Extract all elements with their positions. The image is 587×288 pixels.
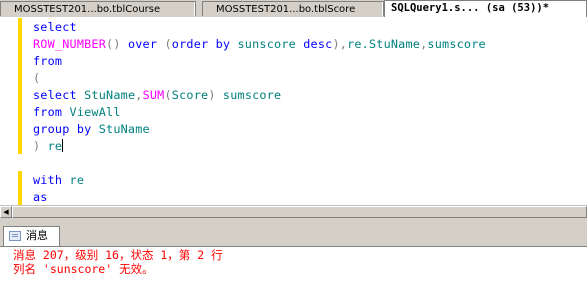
document-tab-strip: MOSSTEST201...bo.tblCourse MOSSTEST201..…	[0, 0, 587, 18]
tab-tblcourse[interactable]: MOSSTEST201...bo.tblCourse	[0, 1, 196, 16]
code-line[interactable]: from ViewAll	[33, 104, 121, 121]
messages-output[interactable]: 消息 207，级别 16，状态 1，第 2 行 列名 'sunscore' 无效…	[0, 247, 587, 288]
scroll-thumb[interactable]	[12, 206, 587, 218]
code-token: select	[33, 88, 77, 102]
code-line[interactable]: select	[33, 19, 77, 36]
code-line[interactable]: with re	[33, 172, 84, 189]
scroll-left-arrow-icon[interactable]: ◀	[0, 206, 12, 218]
code-token: group by	[33, 122, 92, 136]
code-token: (	[157, 37, 172, 51]
code-token: re	[47, 139, 63, 153]
code-token: Score	[171, 88, 209, 102]
code-token: ),	[332, 37, 348, 51]
query-editor[interactable]: select ROW_NUMBER() over (order by sunsco…	[0, 17, 587, 205]
error-message-line: 列名 'sunscore' 无效。	[13, 262, 154, 276]
tab-tblscore[interactable]: MOSSTEST201...bo.tblScore	[202, 1, 384, 16]
tab-tblscore-label: MOSSTEST201...bo.tblScore	[216, 4, 356, 15]
code-token: StuName	[76, 88, 136, 102]
code-token: ViewAll	[62, 105, 121, 119]
code-token: (	[33, 71, 41, 85]
tab-messages[interactable]: 消息	[3, 226, 60, 246]
tab-sqlquery-label: SQLQuery1.s... (sa (53))*	[391, 2, 550, 14]
code-token: re.StuName	[347, 37, 421, 51]
code-token: SUM	[142, 88, 165, 102]
code-token: re	[62, 173, 85, 187]
code-line[interactable]: as	[33, 189, 48, 205]
code-token: sumscore	[222, 88, 282, 102]
text-caret	[62, 139, 64, 152]
pane-splitter[interactable]	[0, 218, 587, 225]
code-line[interactable]: ROW_NUMBER() over (order by sunscore des…	[33, 36, 486, 53]
messages-icon	[9, 231, 21, 241]
code-token: over	[127, 37, 158, 51]
code-token: )	[33, 139, 48, 153]
code-token: sunscore	[230, 37, 304, 51]
code-token: )	[208, 88, 223, 102]
code-token: select	[33, 20, 77, 34]
tab-sqlquery[interactable]: SQLQuery1.s... (sa (53))*	[384, 0, 587, 17]
code-token: order by	[171, 37, 231, 51]
code-token: as	[33, 190, 48, 204]
results-tab-strip: 消息	[0, 225, 587, 247]
change-marker-bar	[18, 18, 22, 205]
changed-lines-marker	[18, 18, 22, 154]
code-line[interactable]: ) re	[33, 138, 64, 155]
code-token: ()	[106, 37, 128, 51]
code-token: from	[33, 54, 63, 68]
code-token: ,	[135, 88, 143, 102]
code-token: StuName	[91, 122, 150, 136]
code-line[interactable]: (	[33, 70, 40, 87]
code-token: with	[33, 173, 63, 187]
code-token: desc	[303, 37, 333, 51]
code-token: ROW_NUMBER	[33, 37, 107, 51]
horizontal-scrollbar[interactable]: ◀	[0, 205, 587, 218]
tab-messages-label: 消息	[26, 229, 48, 242]
code-line[interactable]: group by StuName	[33, 121, 150, 138]
tab-tblcourse-label: MOSSTEST201...bo.tblCourse	[14, 4, 161, 15]
code-token: sumscore	[427, 37, 486, 51]
changed-lines-marker	[18, 171, 22, 205]
code-token: from	[33, 105, 63, 119]
code-line[interactable]: from	[33, 53, 62, 70]
code-line[interactable]: select StuName,SUM(Score) sumscore	[33, 87, 281, 104]
code-token: (	[164, 88, 172, 102]
error-message-line: 消息 207，级别 16，状态 1，第 2 行	[13, 248, 223, 262]
